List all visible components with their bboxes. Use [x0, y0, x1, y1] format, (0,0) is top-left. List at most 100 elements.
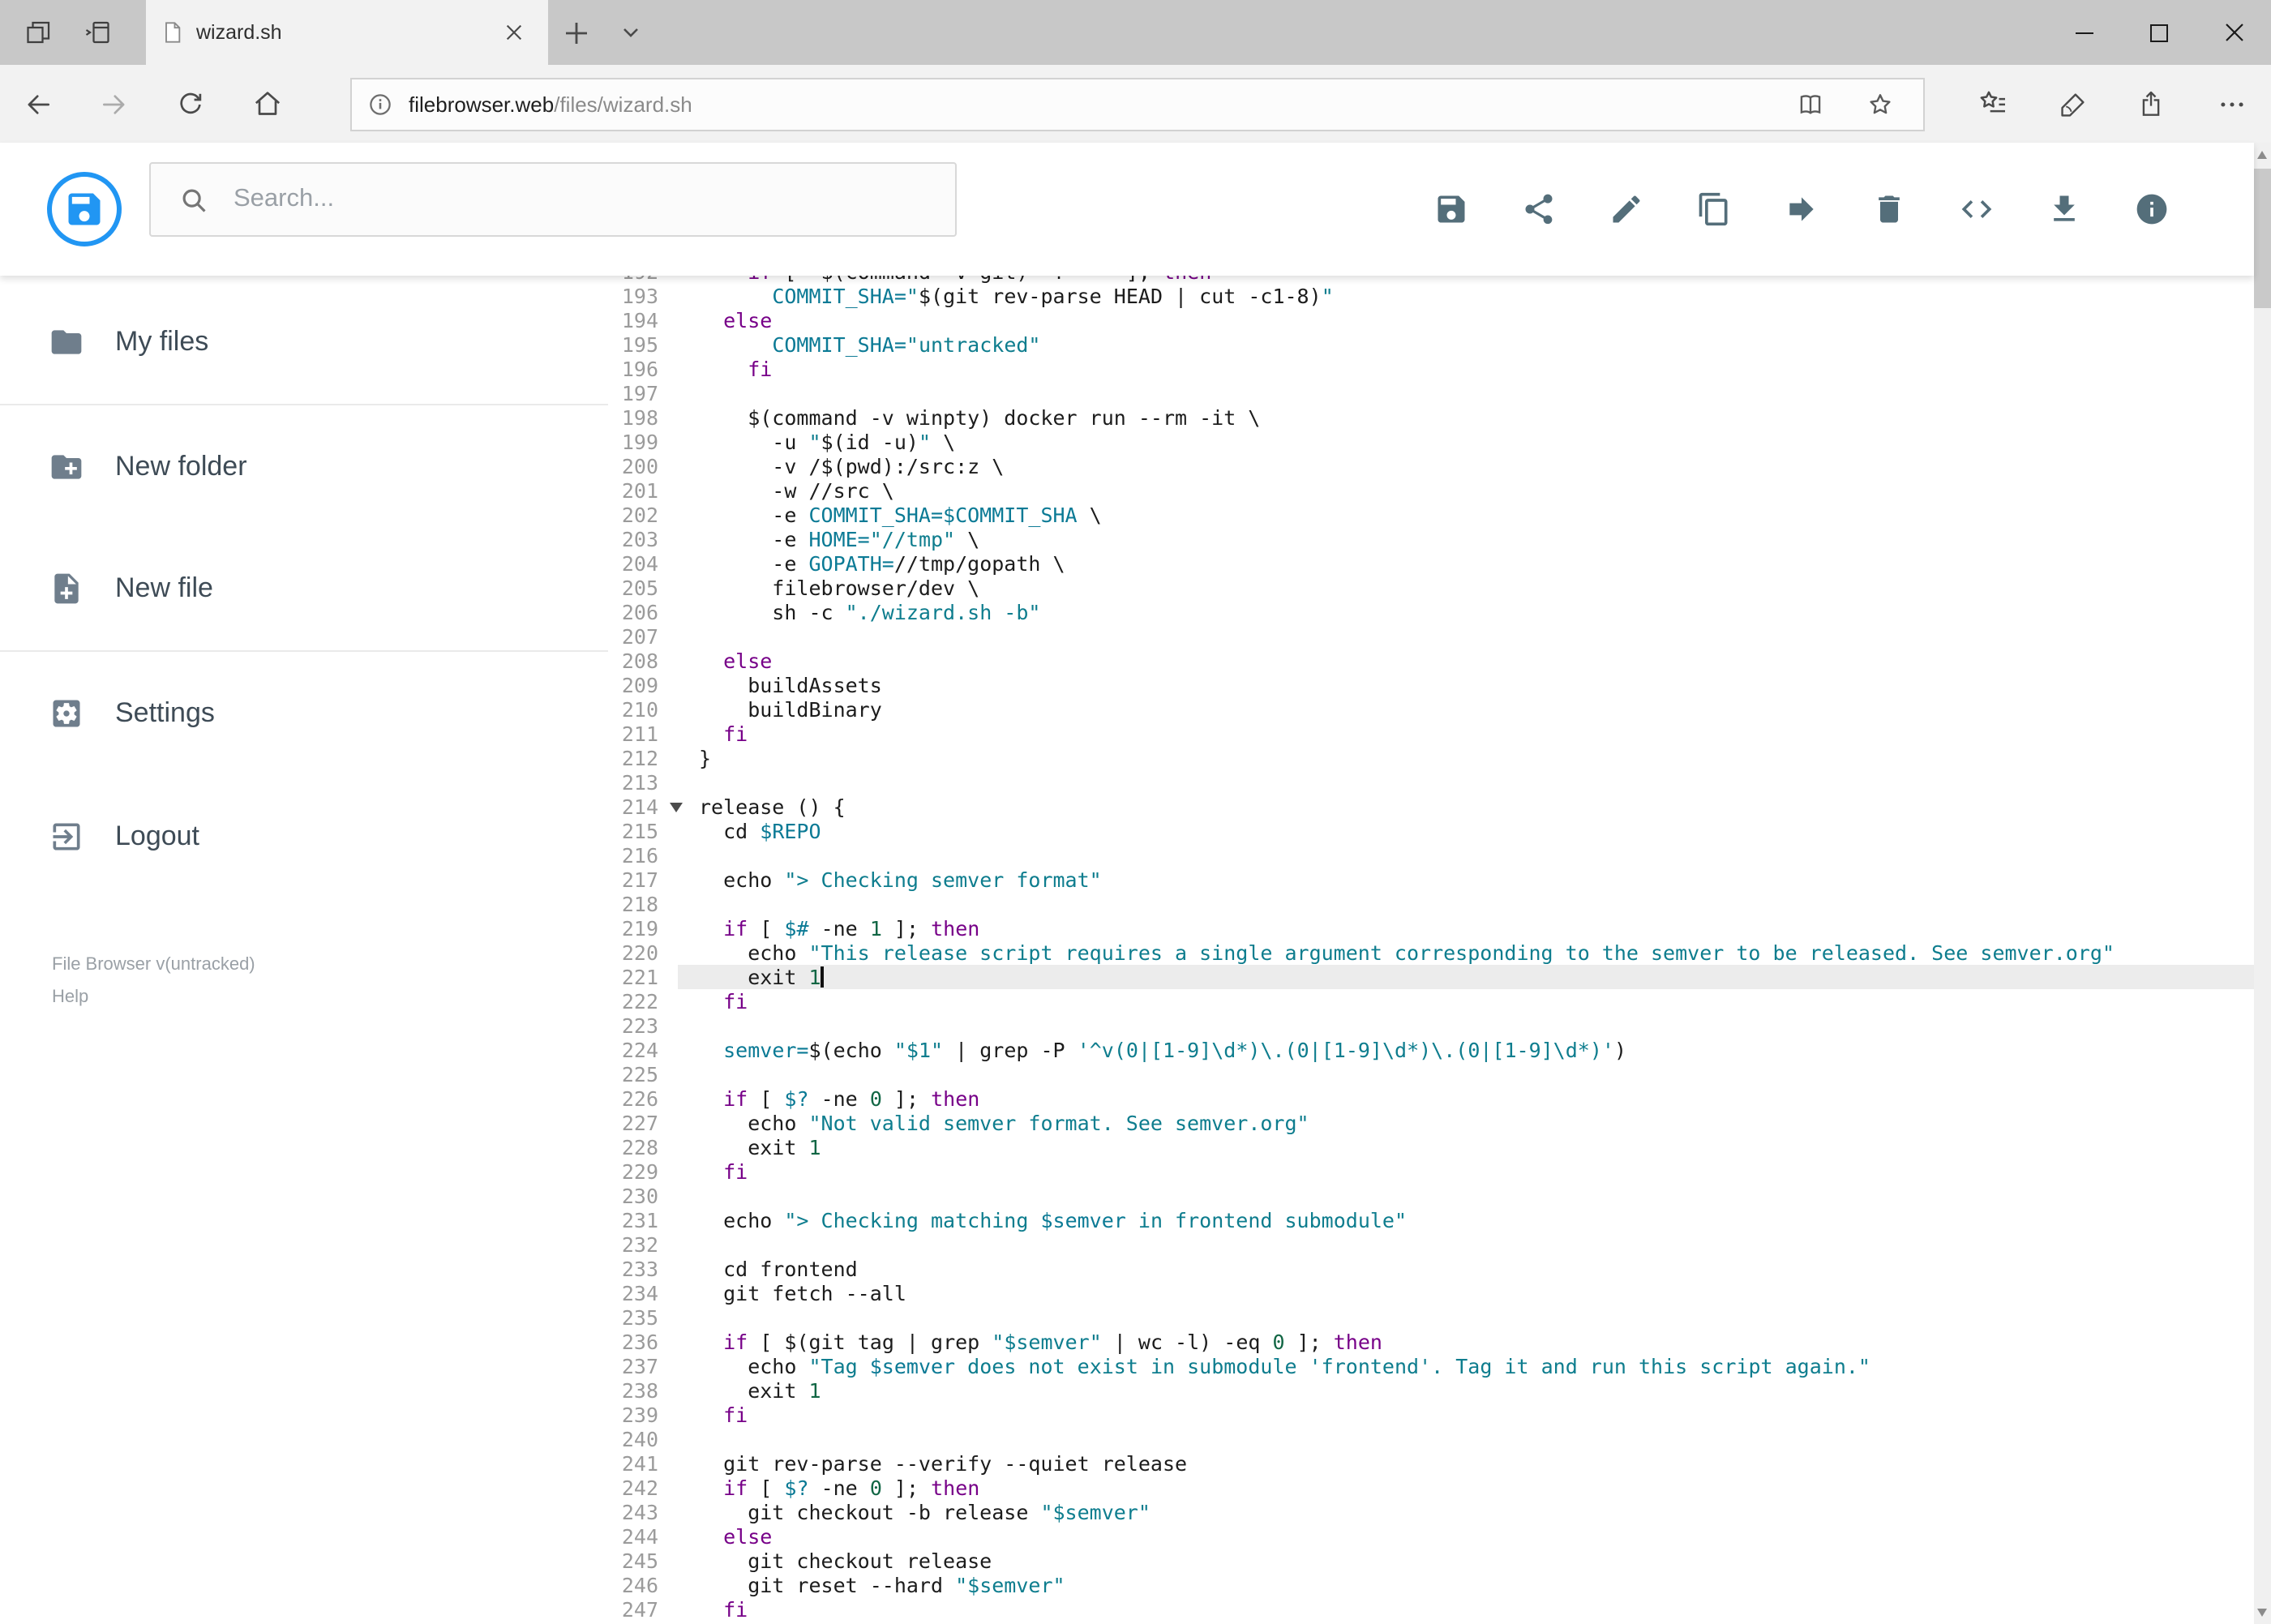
- info-button[interactable]: [2108, 165, 2196, 253]
- code-line-218[interactable]: 218: [608, 892, 2254, 916]
- reading-view-button[interactable]: [1783, 79, 1838, 129]
- save-button[interactable]: [1408, 165, 1495, 253]
- code-line-219[interactable]: 219 if [ $# -ne 1 ]; then: [608, 916, 2254, 941]
- code-line-203[interactable]: 203 -e HOME="//tmp" \: [608, 527, 2254, 551]
- code-line-227[interactable]: 227 echo "Not valid semver format. See s…: [608, 1111, 2254, 1135]
- close-button[interactable]: [2196, 0, 2271, 65]
- code-line-222[interactable]: 222 fi: [608, 989, 2254, 1013]
- maximize-button[interactable]: [2122, 0, 2196, 65]
- forward-button[interactable]: [76, 65, 152, 143]
- code-line-230[interactable]: 230: [608, 1184, 2254, 1208]
- help-link[interactable]: Help: [52, 981, 255, 1013]
- code-line-241[interactable]: 241 git rev-parse --verify --quiet relea…: [608, 1451, 2254, 1476]
- site-info-icon[interactable]: [366, 90, 394, 118]
- code-line-233[interactable]: 233 cd frontend: [608, 1257, 2254, 1281]
- code-line-232[interactable]: 232: [608, 1232, 2254, 1257]
- code-line-225[interactable]: 225: [608, 1062, 2254, 1086]
- code-line-201[interactable]: 201 -w //src \: [608, 478, 2254, 503]
- sidebar-item-logout[interactable]: Logout: [0, 775, 608, 898]
- code-line-212[interactable]: 212}: [608, 746, 2254, 770]
- share-button[interactable]: [1495, 165, 1583, 253]
- code-line-231[interactable]: 231 echo "> Checking matching $semver in…: [608, 1208, 2254, 1232]
- code-line-245[interactable]: 245 git checkout release: [608, 1549, 2254, 1573]
- fold-marker-icon[interactable]: [670, 803, 683, 812]
- code-line-198[interactable]: 198 $(command -v winpty) docker run --rm…: [608, 405, 2254, 430]
- code-line-247[interactable]: 247 fi: [608, 1597, 2254, 1622]
- code-line-229[interactable]: 229 fi: [608, 1159, 2254, 1184]
- sidebar-item-new-file[interactable]: New file: [0, 527, 608, 650]
- code-line-210[interactable]: 210 buildBinary: [608, 697, 2254, 722]
- new-tab-button[interactable]: [548, 0, 603, 65]
- code-line-235[interactable]: 235: [608, 1305, 2254, 1330]
- code-line-195[interactable]: 195 COMMIT_SHA="untracked": [608, 332, 2254, 357]
- code-line-206[interactable]: 206 sh -c "./wizard.sh -b": [608, 600, 2254, 624]
- sidebar-item-my-files[interactable]: My files: [0, 281, 608, 404]
- favorite-star-button[interactable]: [1853, 79, 1908, 129]
- code-line-238[interactable]: 238 exit 1: [608, 1378, 2254, 1403]
- search-bar[interactable]: Search...: [149, 162, 957, 237]
- code-line-207[interactable]: 207: [608, 624, 2254, 649]
- code-line-226[interactable]: 226 if [ $? -ne 0 ]; then: [608, 1086, 2254, 1111]
- code-line-204[interactable]: 204 -e GOPATH=//tmp/gopath \: [608, 551, 2254, 576]
- scroll-down-button[interactable]: [2254, 1600, 2271, 1624]
- code-line-221[interactable]: 221 exit 1: [608, 965, 2254, 989]
- web-note-button[interactable]: [2033, 65, 2112, 143]
- scrollbar-thumb[interactable]: [2254, 169, 2271, 308]
- scroll-up-button[interactable]: [2254, 143, 2271, 167]
- code-line-200[interactable]: 200 -v /$(pwd):/src:z \: [608, 454, 2254, 478]
- code-line-197[interactable]: 197: [608, 381, 2254, 405]
- code-editor[interactable]: 192 if [ "$(command -v git)" != "" ]; th…: [608, 276, 2254, 1624]
- code-line-208[interactable]: 208 else: [608, 649, 2254, 673]
- move-button[interactable]: [1758, 165, 1845, 253]
- code-line-220[interactable]: 220 echo "This release script requires a…: [608, 941, 2254, 965]
- code-line-216[interactable]: 216: [608, 843, 2254, 868]
- url-text[interactable]: filebrowser.web/files/wizard.sh: [409, 92, 692, 116]
- address-bar[interactable]: filebrowser.web/files/wizard.sh: [350, 77, 1924, 131]
- copy-button[interactable]: [1670, 165, 1758, 253]
- page-scrollbar[interactable]: [2254, 143, 2271, 1624]
- code-line-199[interactable]: 199 -u "$(id -u)" \: [608, 430, 2254, 454]
- home-button[interactable]: [229, 65, 305, 143]
- code-line-205[interactable]: 205 filebrowser/dev \: [608, 576, 2254, 600]
- share-button-browser[interactable]: [2112, 65, 2192, 143]
- code-line-237[interactable]: 237 echo "Tag $semver does not exist in …: [608, 1354, 2254, 1378]
- code-line-196[interactable]: 196 fi: [608, 357, 2254, 381]
- refresh-button[interactable]: [152, 65, 229, 143]
- download-button[interactable]: [2020, 165, 2108, 253]
- code-line-193[interactable]: 193 COMMIT_SHA="$(git rev-parse HEAD | c…: [608, 284, 2254, 308]
- code-line-202[interactable]: 202 -e COMMIT_SHA=$COMMIT_SHA \: [608, 503, 2254, 527]
- code-button[interactable]: [1933, 165, 2020, 253]
- sidebar-item-new-folder[interactable]: New folder: [0, 405, 608, 529]
- code-line-246[interactable]: 246 git reset --hard "$semver": [608, 1573, 2254, 1597]
- more-menu-button[interactable]: [2192, 65, 2271, 143]
- code-line-192[interactable]: 192 if [ "$(command -v git)" != "" ]; th…: [608, 276, 2254, 284]
- edit-button[interactable]: [1583, 165, 1670, 253]
- code-line-211[interactable]: 211 fi: [608, 722, 2254, 746]
- delete-button[interactable]: [1845, 165, 1933, 253]
- code-line-213[interactable]: 213: [608, 770, 2254, 795]
- code-line-242[interactable]: 242 if [ $? -ne 0 ]; then: [608, 1476, 2254, 1500]
- code-line-240[interactable]: 240: [608, 1427, 2254, 1451]
- code-line-243[interactable]: 243 git checkout -b release "$semver": [608, 1500, 2254, 1524]
- sidebar-item-settings[interactable]: Settings: [0, 652, 608, 775]
- back-button[interactable]: [0, 65, 76, 143]
- minimize-button[interactable]: [2047, 0, 2122, 65]
- code-line-228[interactable]: 228 exit 1: [608, 1135, 2254, 1159]
- code-line-239[interactable]: 239 fi: [608, 1403, 2254, 1427]
- code-line-236[interactable]: 236 if [ $(git tag | grep "$semver" | wc…: [608, 1330, 2254, 1354]
- tab-close-icon[interactable]: [495, 13, 533, 52]
- set-aside-tabs-button[interactable]: [10, 0, 68, 65]
- code-line-217[interactable]: 217 echo "> Checking semver format": [608, 868, 2254, 892]
- code-line-244[interactable]: 244 else: [608, 1524, 2254, 1549]
- app-logo[interactable]: [47, 172, 122, 246]
- code-line-194[interactable]: 194 else: [608, 308, 2254, 332]
- hub-favorites-button[interactable]: [1953, 65, 2033, 143]
- code-line-214[interactable]: 214 release () {: [608, 795, 2254, 819]
- code-line-234[interactable]: 234 git fetch --all: [608, 1281, 2254, 1305]
- code-line-215[interactable]: 215 cd $REPO: [608, 819, 2254, 843]
- tab-wizard-sh[interactable]: wizard.sh: [146, 0, 548, 65]
- code-line-209[interactable]: 209 buildAssets: [608, 673, 2254, 697]
- tab-actions-button[interactable]: [603, 0, 658, 65]
- tab-preview-button[interactable]: [68, 0, 126, 65]
- code-line-223[interactable]: 223: [608, 1013, 2254, 1038]
